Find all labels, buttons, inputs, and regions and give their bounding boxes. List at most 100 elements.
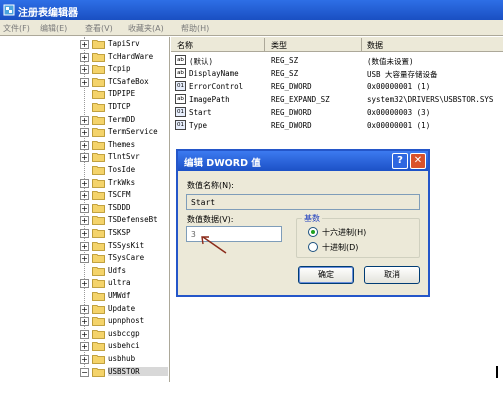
tree-item[interactable]: TosIde [0,164,169,177]
hex-radio[interactable] [308,227,318,237]
menu-favorites[interactable]: 收藏夹(A) [128,23,164,34]
tree-item[interactable]: + usbhub [0,353,169,366]
tree-item-label: TDTCP [108,102,131,111]
tree-item-label: TSKSP [108,228,131,237]
tree-item[interactable]: + TapiSrv [0,38,169,51]
tree-item[interactable]: + TSysCare [0,252,169,265]
expand-icon[interactable]: + [80,254,89,264]
tree-item[interactable]: + usbehci [0,340,169,353]
expand-icon[interactable]: + [80,329,89,339]
expand-icon[interactable]: + [80,279,89,289]
help-button[interactable]: ? [392,153,408,169]
value-row[interactable]: ab DisplayName REG_SZ USB 大容量存储设备 [171,67,503,80]
tree-item[interactable]: + usbccgp [0,328,169,341]
registry-tree[interactable]: + TapiSrv + TcHardWare + Tcpip + TCSafeBox TDPIP… [0,37,170,382]
expand-icon[interactable]: + [80,355,89,364]
hex-radio-label[interactable]: 十六进制(H) [322,227,366,238]
value-row[interactable]: ab (默认) REG_SZ (数值未设置) [171,54,503,67]
tree-item[interactable]: + TermDD [0,114,169,127]
tree-item[interactable]: + TSCFM [0,189,169,202]
expand-icon[interactable]: + [80,140,89,150]
expand-icon[interactable]: + [80,52,89,62]
folder-icon [92,203,105,213]
expand-icon[interactable]: + [80,128,89,138]
expand-icon[interactable]: + [80,304,89,314]
value-name: Start [189,108,212,117]
value-data: 0x00000003 (3) [367,108,431,117]
list-header: 名称 类型 数据 [171,37,503,52]
tree-item[interactable]: + ultra [0,277,169,290]
tree-item[interactable]: + Tcpip [0,63,169,76]
tree-item[interactable]: + TermService [0,126,169,139]
menu-file[interactable]: 文件(F) [3,23,30,34]
tree-item[interactable]: + TSKSP [0,227,169,240]
window-titlebar[interactable]: 注册表编辑器 [0,0,503,20]
column-name[interactable]: 名称 [177,40,193,51]
value-row[interactable]: 01 Type REG_DWORD 0x00000001 (1) [171,119,503,132]
expand-icon[interactable]: + [80,153,89,163]
tree-item-label: usbccgp [108,328,140,338]
expand-icon[interactable]: + [80,241,89,251]
menu-edit[interactable]: 编辑(E) [40,23,67,34]
expand-icon[interactable]: + [80,40,89,49]
column-data[interactable]: 数据 [367,40,383,51]
tree-item-label: TSDDD [108,202,131,212]
folder-icon [92,128,105,138]
menu-help[interactable]: 帮助(H) [181,23,209,34]
tree-item[interactable]: + TlntSvr [0,151,169,164]
tree-item[interactable]: + TSSysKit [0,240,169,253]
expand-icon[interactable]: + [80,229,89,238]
tree-item[interactable]: + TSDefenseBt [0,214,169,227]
tree-item[interactable]: + Themes [0,139,169,152]
tree-item-label: TosIde [108,165,136,174]
tree-item-label: TapiSrv [108,39,140,48]
expand-icon[interactable]: + [80,65,89,75]
expand-icon[interactable]: + [80,178,89,188]
tree-item[interactable]: + TSDDD [0,202,169,215]
tree-item[interactable]: UMWdf [0,290,169,303]
expand-icon[interactable]: + [80,203,89,213]
tree-item[interactable]: TDTCP [0,101,169,114]
close-button[interactable]: ✕ [410,153,426,169]
expand-icon[interactable]: + [80,317,89,327]
tree-item[interactable]: + upnphost [0,315,169,328]
value-name: ImagePath [189,95,230,104]
tree-item[interactable]: + TCSafeBox [0,76,169,89]
value-row[interactable]: 01 ErrorControl REG_DWORD 0x00000001 (1) [171,80,503,93]
tree-item-label: Tcpip [108,64,131,74]
expand-icon[interactable]: + [80,115,89,125]
expand-icon[interactable]: + [80,216,89,226]
tree-item-label: usbehci [108,341,140,351]
decimal-radio-label[interactable]: 十进制(D) [322,242,358,253]
menu-view[interactable]: 查看(V) [85,23,113,34]
tree-item-label: ultra [108,278,131,288]
column-separator[interactable] [361,38,362,51]
collapse-icon[interactable]: − [80,367,89,377]
folder-icon [92,178,105,188]
expand-icon[interactable]: + [80,191,89,201]
expand-icon[interactable]: + [80,342,89,352]
tree-item-label: TermService [108,127,158,137]
column-type[interactable]: 类型 [271,40,287,51]
value-name-field: Start [186,194,420,210]
value-data: (数值未设置) [367,57,414,66]
cancel-button[interactable]: 取消 [364,266,420,284]
tree-item-label: TSysCare [108,253,145,263]
tree-item[interactable]: + TcHardWare [0,51,169,64]
value-data: 0x00000001 (1) [367,82,431,91]
ok-button[interactable]: 确定 [298,266,354,284]
value-row[interactable]: ab ImagePath REG_EXPAND_SZ system32\DRIVERS… [171,93,503,106]
tree-item[interactable]: + TrkWks [0,177,169,190]
value-name: (默认) [189,57,214,66]
value-row[interactable]: 01 Start REG_DWORD 0x00000003 (3) [171,106,503,119]
column-separator[interactable] [264,38,265,51]
tree-item[interactable]: TDPIPE [0,88,169,101]
tree-item[interactable]: + Update [0,303,169,316]
tree-item[interactable]: Udfs [0,265,169,278]
decimal-radio[interactable] [308,242,318,252]
value-type: REG_EXPAND_SZ [271,95,330,104]
folder-icon [92,77,105,87]
expand-icon[interactable]: + [80,77,89,87]
tree-item[interactable]: − USBSTOR [0,366,169,379]
dialog-titlebar[interactable]: 编辑 DWORD 值 ? ✕ [178,151,428,171]
